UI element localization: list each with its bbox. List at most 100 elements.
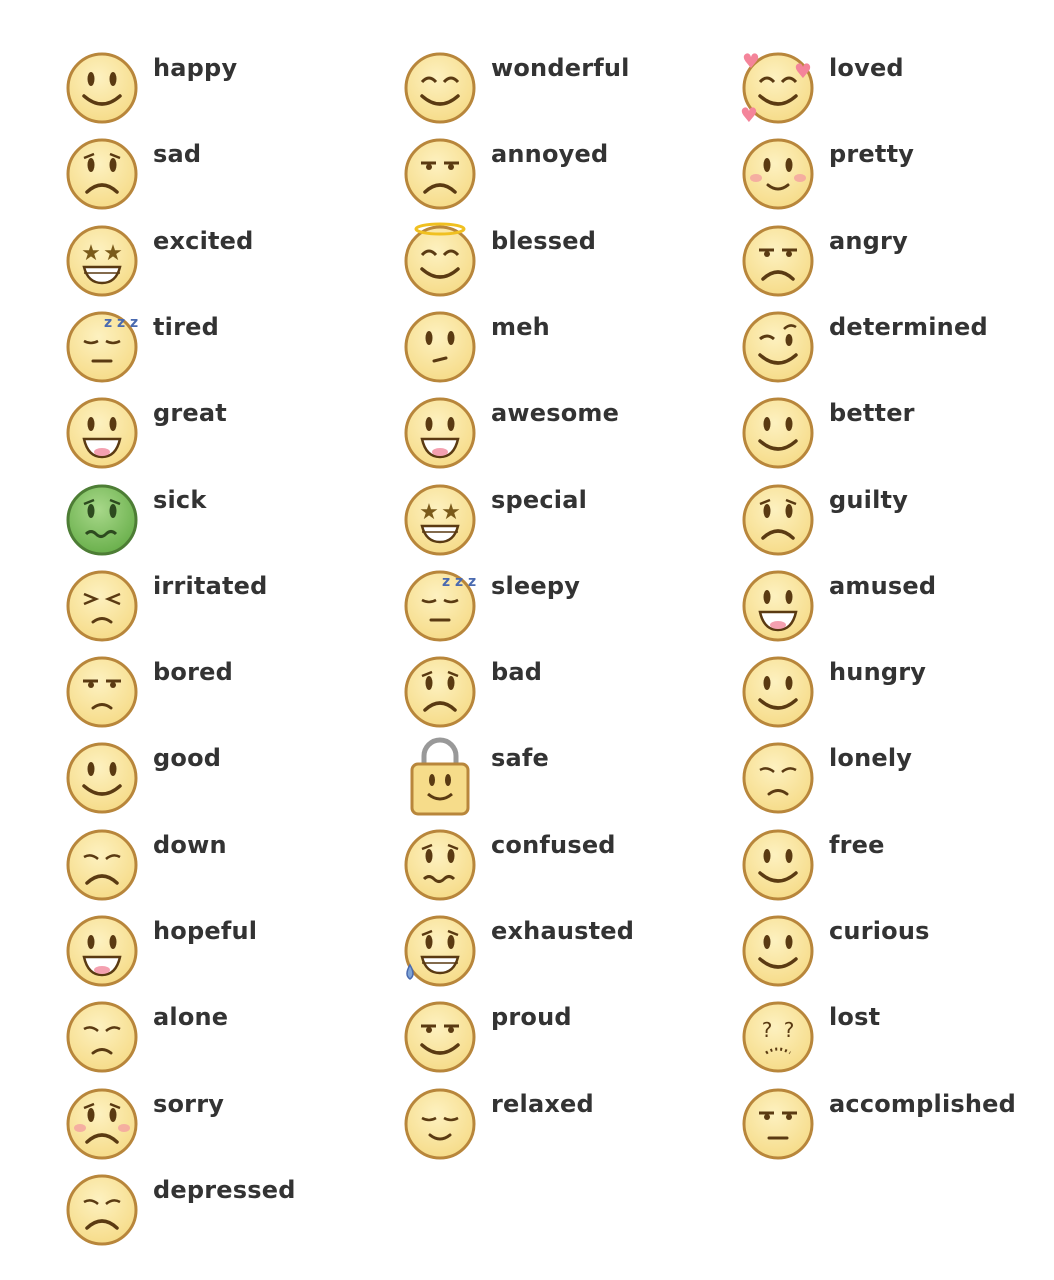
star-eyes-grin-icon: ★ ★ (404, 484, 476, 556)
mood-label: sleepy (491, 572, 581, 600)
mood-label: special (491, 486, 588, 514)
mood-label: lonely (829, 744, 913, 772)
content-smile-icon (404, 52, 476, 124)
mood-option-depressed[interactable]: depressed (66, 1174, 386, 1254)
mood-option-good[interactable]: good (66, 742, 386, 822)
mood-label: happy (153, 54, 238, 82)
mood-label: depressed (153, 1176, 296, 1204)
mood-option-pretty[interactable]: pretty (742, 138, 1054, 218)
mood-option-sorry[interactable]: sorry (66, 1088, 386, 1168)
mood-option-great[interactable]: great (66, 397, 386, 477)
mood-option-meh[interactable]: meh (404, 311, 724, 391)
sad-icon (66, 138, 138, 210)
mood-option-hungry[interactable]: hungry (742, 656, 1054, 736)
mood-label: curious (829, 917, 930, 945)
mood-label: good (153, 744, 222, 772)
mood-option-relaxed[interactable]: relaxed (404, 1088, 724, 1168)
mood-label: proud (491, 1003, 572, 1031)
mood-label: pretty (829, 140, 915, 168)
mood-option-annoyed[interactable]: annoyed (404, 138, 724, 218)
svg-text:★: ★ (419, 500, 439, 525)
mood-option-bad[interactable]: bad (404, 656, 724, 736)
mood-option-better[interactable]: better (742, 397, 1054, 477)
mood-option-loved[interactable]: ♥ ♥ ♥ loved (740, 49, 1054, 132)
mood-option-special[interactable]: ★ ★ special (404, 484, 724, 564)
mood-option-angry[interactable]: angry (742, 225, 1054, 305)
svg-text:z z z: z z z (442, 574, 476, 590)
mood-option-hopeful[interactable]: hopeful (66, 915, 386, 995)
depressed-icon (66, 1174, 138, 1246)
mood-option-sleepy[interactable]: z z z sleepy (404, 570, 724, 650)
mood-label: sorry (153, 1090, 225, 1118)
angry-icon (742, 225, 814, 297)
svg-text:★: ★ (441, 500, 461, 525)
mood-label: lost (829, 1003, 881, 1031)
mood-option-proud[interactable]: proud (404, 1001, 724, 1081)
mood-label: relaxed (491, 1090, 594, 1118)
mood-option-guilty[interactable]: guilty (742, 484, 1054, 564)
halo-icon (404, 222, 476, 297)
mood-option-bored[interactable]: bored (66, 656, 386, 736)
mood-option-happy[interactable]: happy (66, 52, 386, 132)
svg-text:♥: ♥ (742, 49, 760, 73)
mood-option-accomplished[interactable]: accomplished (742, 1088, 1054, 1168)
mood-label: amused (829, 572, 937, 600)
mood-option-sad[interactable]: sad (66, 138, 386, 218)
mood-label: great (153, 399, 227, 427)
smile-icon (742, 397, 814, 469)
mood-label: exhausted (491, 917, 635, 945)
sick-green-icon (66, 484, 138, 556)
mood-option-lonely[interactable]: lonely (742, 742, 1054, 822)
big-grin-icon (404, 397, 476, 469)
mood-label: wonderful (491, 54, 630, 82)
question-eyes-icon: ?? (742, 1001, 814, 1073)
squint-icon (66, 570, 138, 642)
sorry-blush-icon (66, 1088, 138, 1160)
mood-option-confused[interactable]: confused (404, 829, 724, 909)
mood-option-down[interactable]: down (66, 829, 386, 909)
mood-option-tired[interactable]: z z z tired (66, 311, 386, 391)
mood-option-blessed[interactable]: blessed (404, 222, 724, 305)
mood-label: annoyed (491, 140, 609, 168)
mood-label: loved (829, 54, 904, 82)
mood-option-excited[interactable]: ★ ★ excited (66, 225, 386, 305)
big-grin-icon (66, 397, 138, 469)
mood-option-curious[interactable]: curious (742, 915, 1054, 995)
mood-label: bored (153, 658, 233, 686)
svg-text:♥: ♥ (794, 59, 812, 83)
smile-icon (66, 742, 138, 814)
mood-option-amused[interactable]: amused (742, 570, 1054, 650)
annoyed-icon (404, 138, 476, 210)
confused-icon (404, 829, 476, 901)
bored-icon (66, 656, 138, 728)
mood-option-safe[interactable]: safe (404, 737, 724, 822)
relaxed-icon (404, 1088, 476, 1160)
mood-label: meh (491, 313, 550, 341)
sleepy-zzz-icon: z z z (404, 570, 476, 642)
sad-icon (404, 656, 476, 728)
meh-icon (404, 311, 476, 383)
sweat-drop-icon (404, 915, 476, 987)
mood-label: blessed (491, 227, 597, 255)
smirk-icon (742, 1088, 814, 1160)
mood-option-alone[interactable]: alone (66, 1001, 386, 1081)
svg-text:★: ★ (81, 241, 101, 266)
hearts-icon: ♥ ♥ ♥ (740, 49, 814, 127)
mood-option-lost[interactable]: ?? lost (742, 1001, 1054, 1081)
mood-label: sick (153, 486, 207, 514)
mood-option-wonderful[interactable]: wonderful (404, 52, 724, 132)
mood-label: angry (829, 227, 908, 255)
mood-option-exhausted[interactable]: exhausted (404, 915, 724, 995)
mood-label: down (153, 831, 227, 859)
big-grin-icon (66, 915, 138, 987)
smile-icon (742, 915, 814, 987)
mood-option-sick[interactable]: sick (66, 484, 386, 564)
svg-text:★: ★ (103, 241, 123, 266)
mood-option-determined[interactable]: determined (742, 311, 1054, 391)
mood-option-free[interactable]: free (742, 829, 1054, 909)
mood-option-irritated[interactable]: irritated (66, 570, 386, 650)
mood-option-awesome[interactable]: awesome (404, 397, 724, 477)
proud-icon (404, 1001, 476, 1073)
mood-label: tired (153, 313, 219, 341)
star-eyes-grin-icon: ★ ★ (66, 225, 138, 297)
